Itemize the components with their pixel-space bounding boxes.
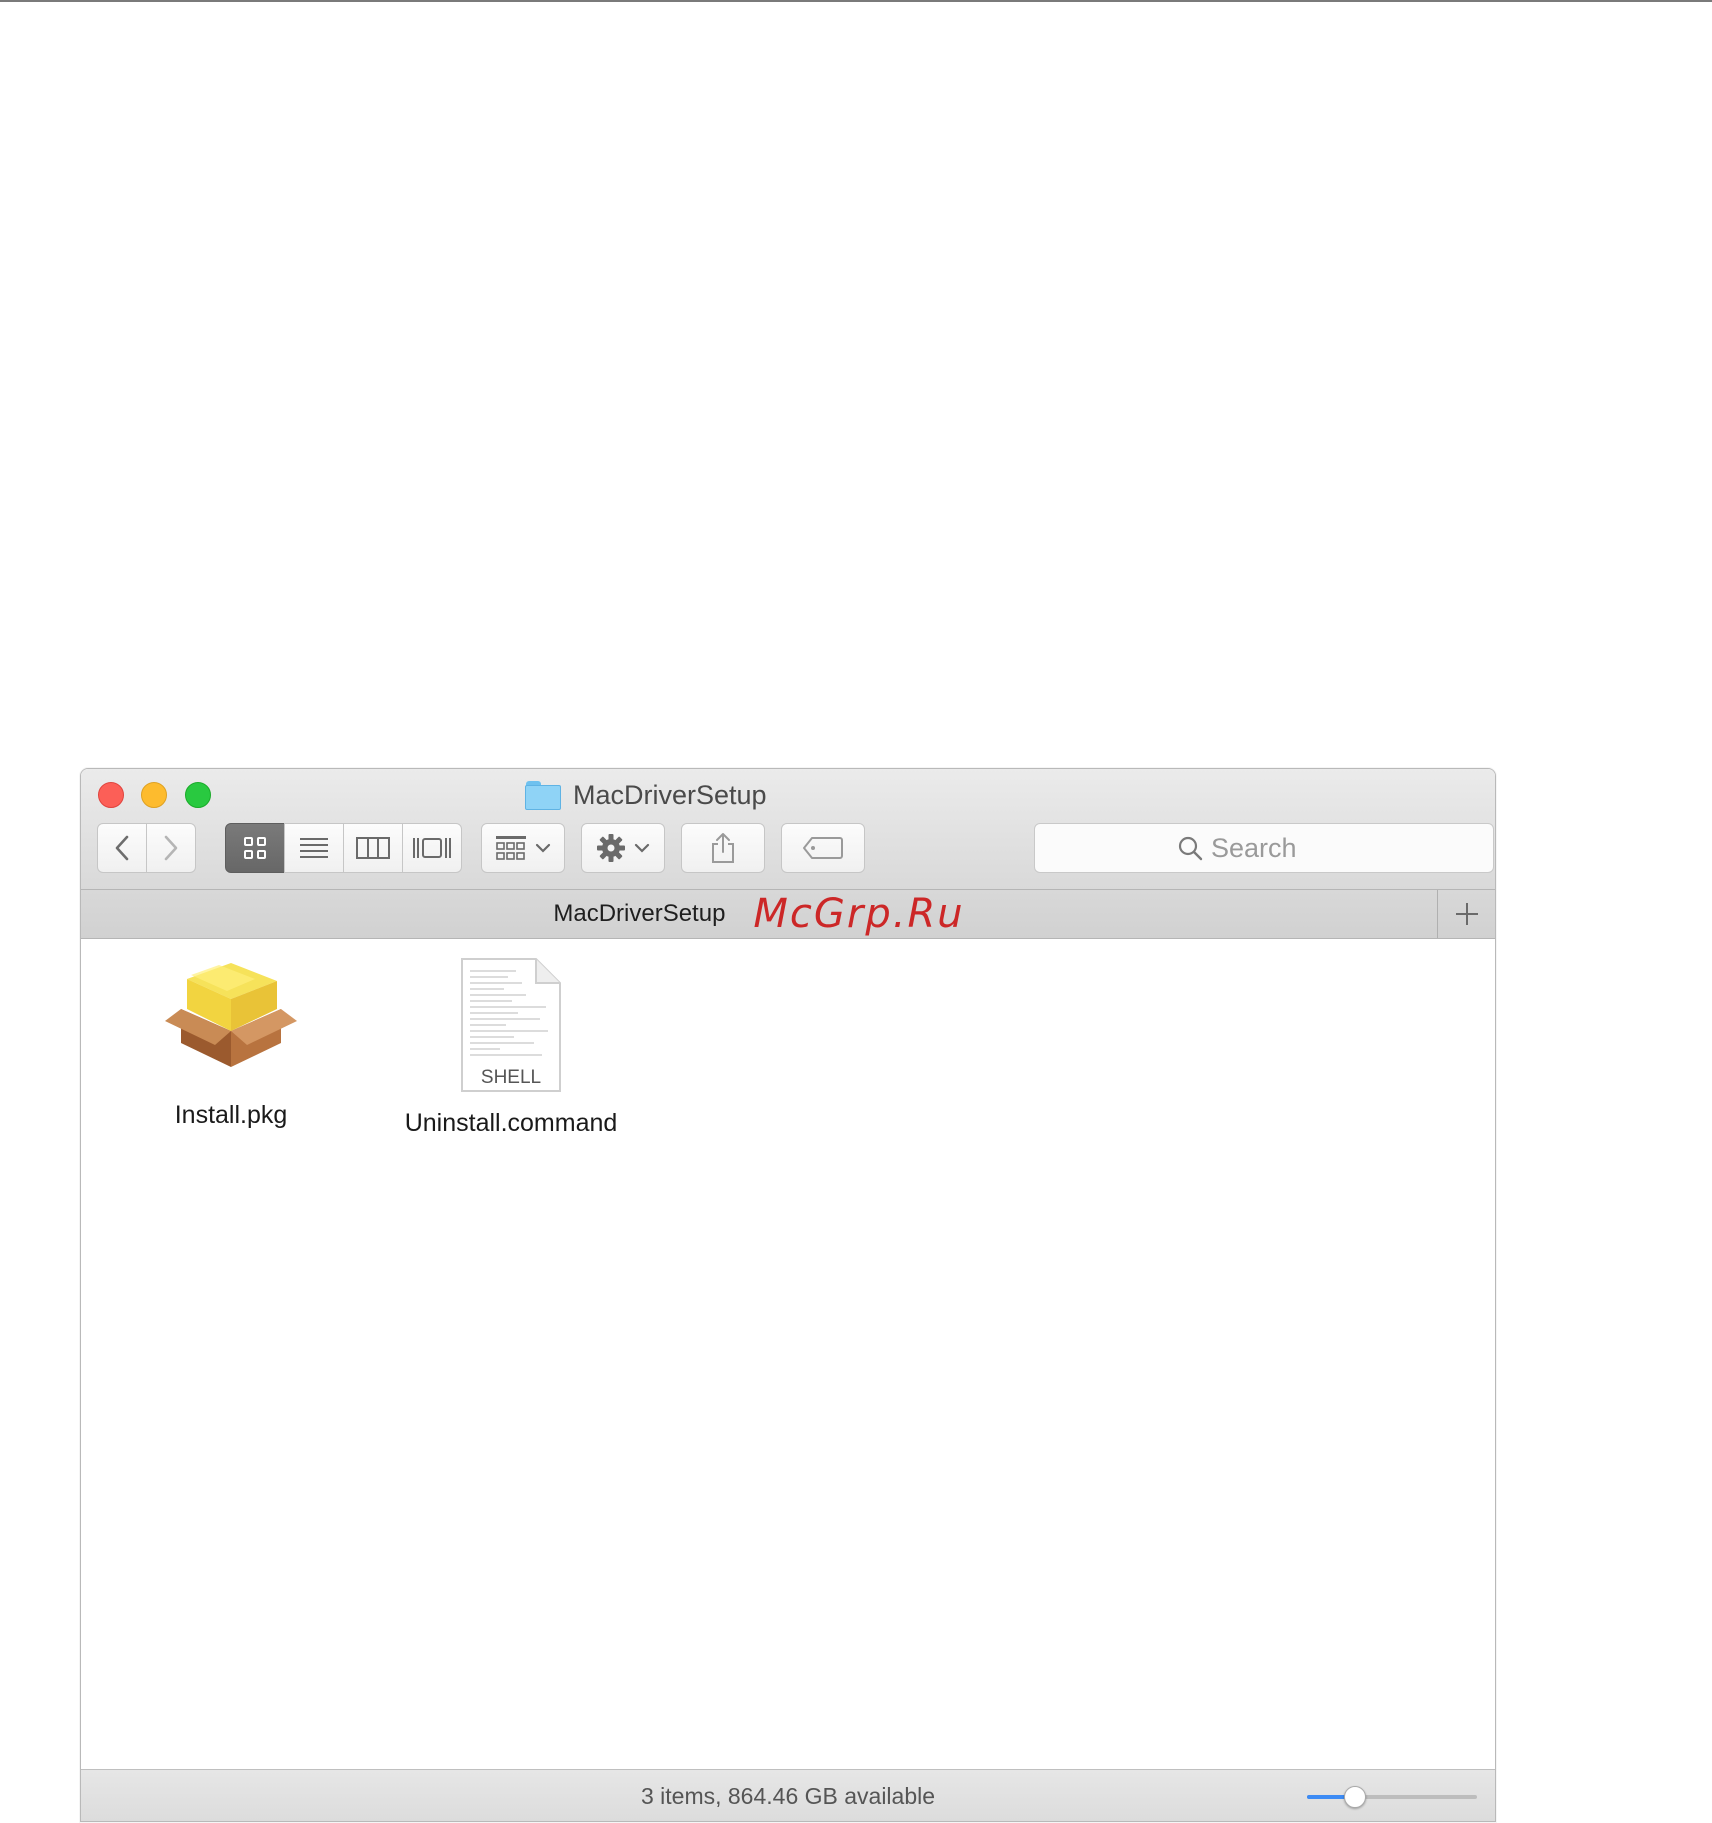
top-rule (0, 0, 1712, 2)
package-icon (165, 963, 297, 1067)
chevron-down-icon (634, 843, 650, 853)
search-field[interactable] (1034, 823, 1494, 873)
watermark-text: McGrp.Ru (753, 891, 965, 937)
list-view-button[interactable] (284, 823, 344, 873)
share-button[interactable] (681, 823, 765, 873)
search-icon (1178, 836, 1203, 861)
tab-title: MacDriverSetup (553, 900, 726, 927)
tab-macdriversetup[interactable]: MacDriverSetup McGrp.Ru (81, 890, 1437, 938)
zoom-button[interactable] (185, 782, 211, 808)
tag-button[interactable] (781, 823, 865, 873)
new-tab-button[interactable] (1437, 890, 1495, 938)
icon-size-slider[interactable] (1307, 1786, 1477, 1808)
minimize-button[interactable] (141, 782, 167, 808)
slider-knob[interactable] (1344, 1786, 1366, 1808)
arrange-grid-icon (496, 836, 526, 860)
finder-window: MacDriverSetup Search MacDriverSetup McG… (80, 768, 1496, 1822)
file-item-install-pkg[interactable]: Install.pkg (161, 957, 301, 1130)
back-button[interactable] (97, 823, 147, 873)
folder-icon (525, 780, 561, 810)
forward-button[interactable] (146, 823, 196, 873)
shell-label: SHELL (481, 1067, 541, 1088)
arrange-button[interactable] (481, 823, 565, 873)
search-input[interactable] (1203, 832, 1351, 864)
plus-icon (1456, 903, 1478, 925)
shell-script-icon: SHELL (461, 958, 561, 1092)
share-icon (712, 833, 734, 863)
file-browser-area[interactable]: Install.pkg SHELL Uninstall.command (81, 939, 1495, 1769)
titlebar: MacDriverSetup (81, 769, 1495, 890)
icon-view-icon (244, 837, 266, 859)
cover-flow-view-button[interactable] (402, 823, 462, 873)
window-title: MacDriverSetup (573, 779, 767, 810)
chevron-right-icon (164, 835, 178, 861)
column-view-icon (356, 837, 390, 859)
chevron-left-icon (115, 835, 129, 861)
action-button[interactable] (581, 823, 665, 873)
file-name[interactable]: Install.pkg (175, 1101, 288, 1130)
tab-bar: MacDriverSetup McGrp.Ru (81, 890, 1495, 939)
gear-icon (597, 834, 625, 862)
status-text: 3 items, 864.46 GB available (640, 1782, 936, 1809)
tag-icon (803, 837, 843, 859)
chevron-down-icon (535, 843, 551, 853)
window-title-group: MacDriverSetup (525, 778, 767, 812)
close-button[interactable] (98, 782, 124, 808)
list-view-icon (300, 838, 328, 858)
icon-view-button[interactable] (225, 823, 285, 873)
status-bar: 3 items, 864.46 GB available (81, 1769, 1495, 1821)
file-name[interactable]: Uninstall.command (405, 1109, 618, 1138)
cover-flow-view-icon (413, 838, 451, 858)
file-item-uninstall-command[interactable]: SHELL Uninstall.command (405, 957, 617, 1138)
column-view-button[interactable] (343, 823, 403, 873)
toolbar (97, 823, 1494, 875)
